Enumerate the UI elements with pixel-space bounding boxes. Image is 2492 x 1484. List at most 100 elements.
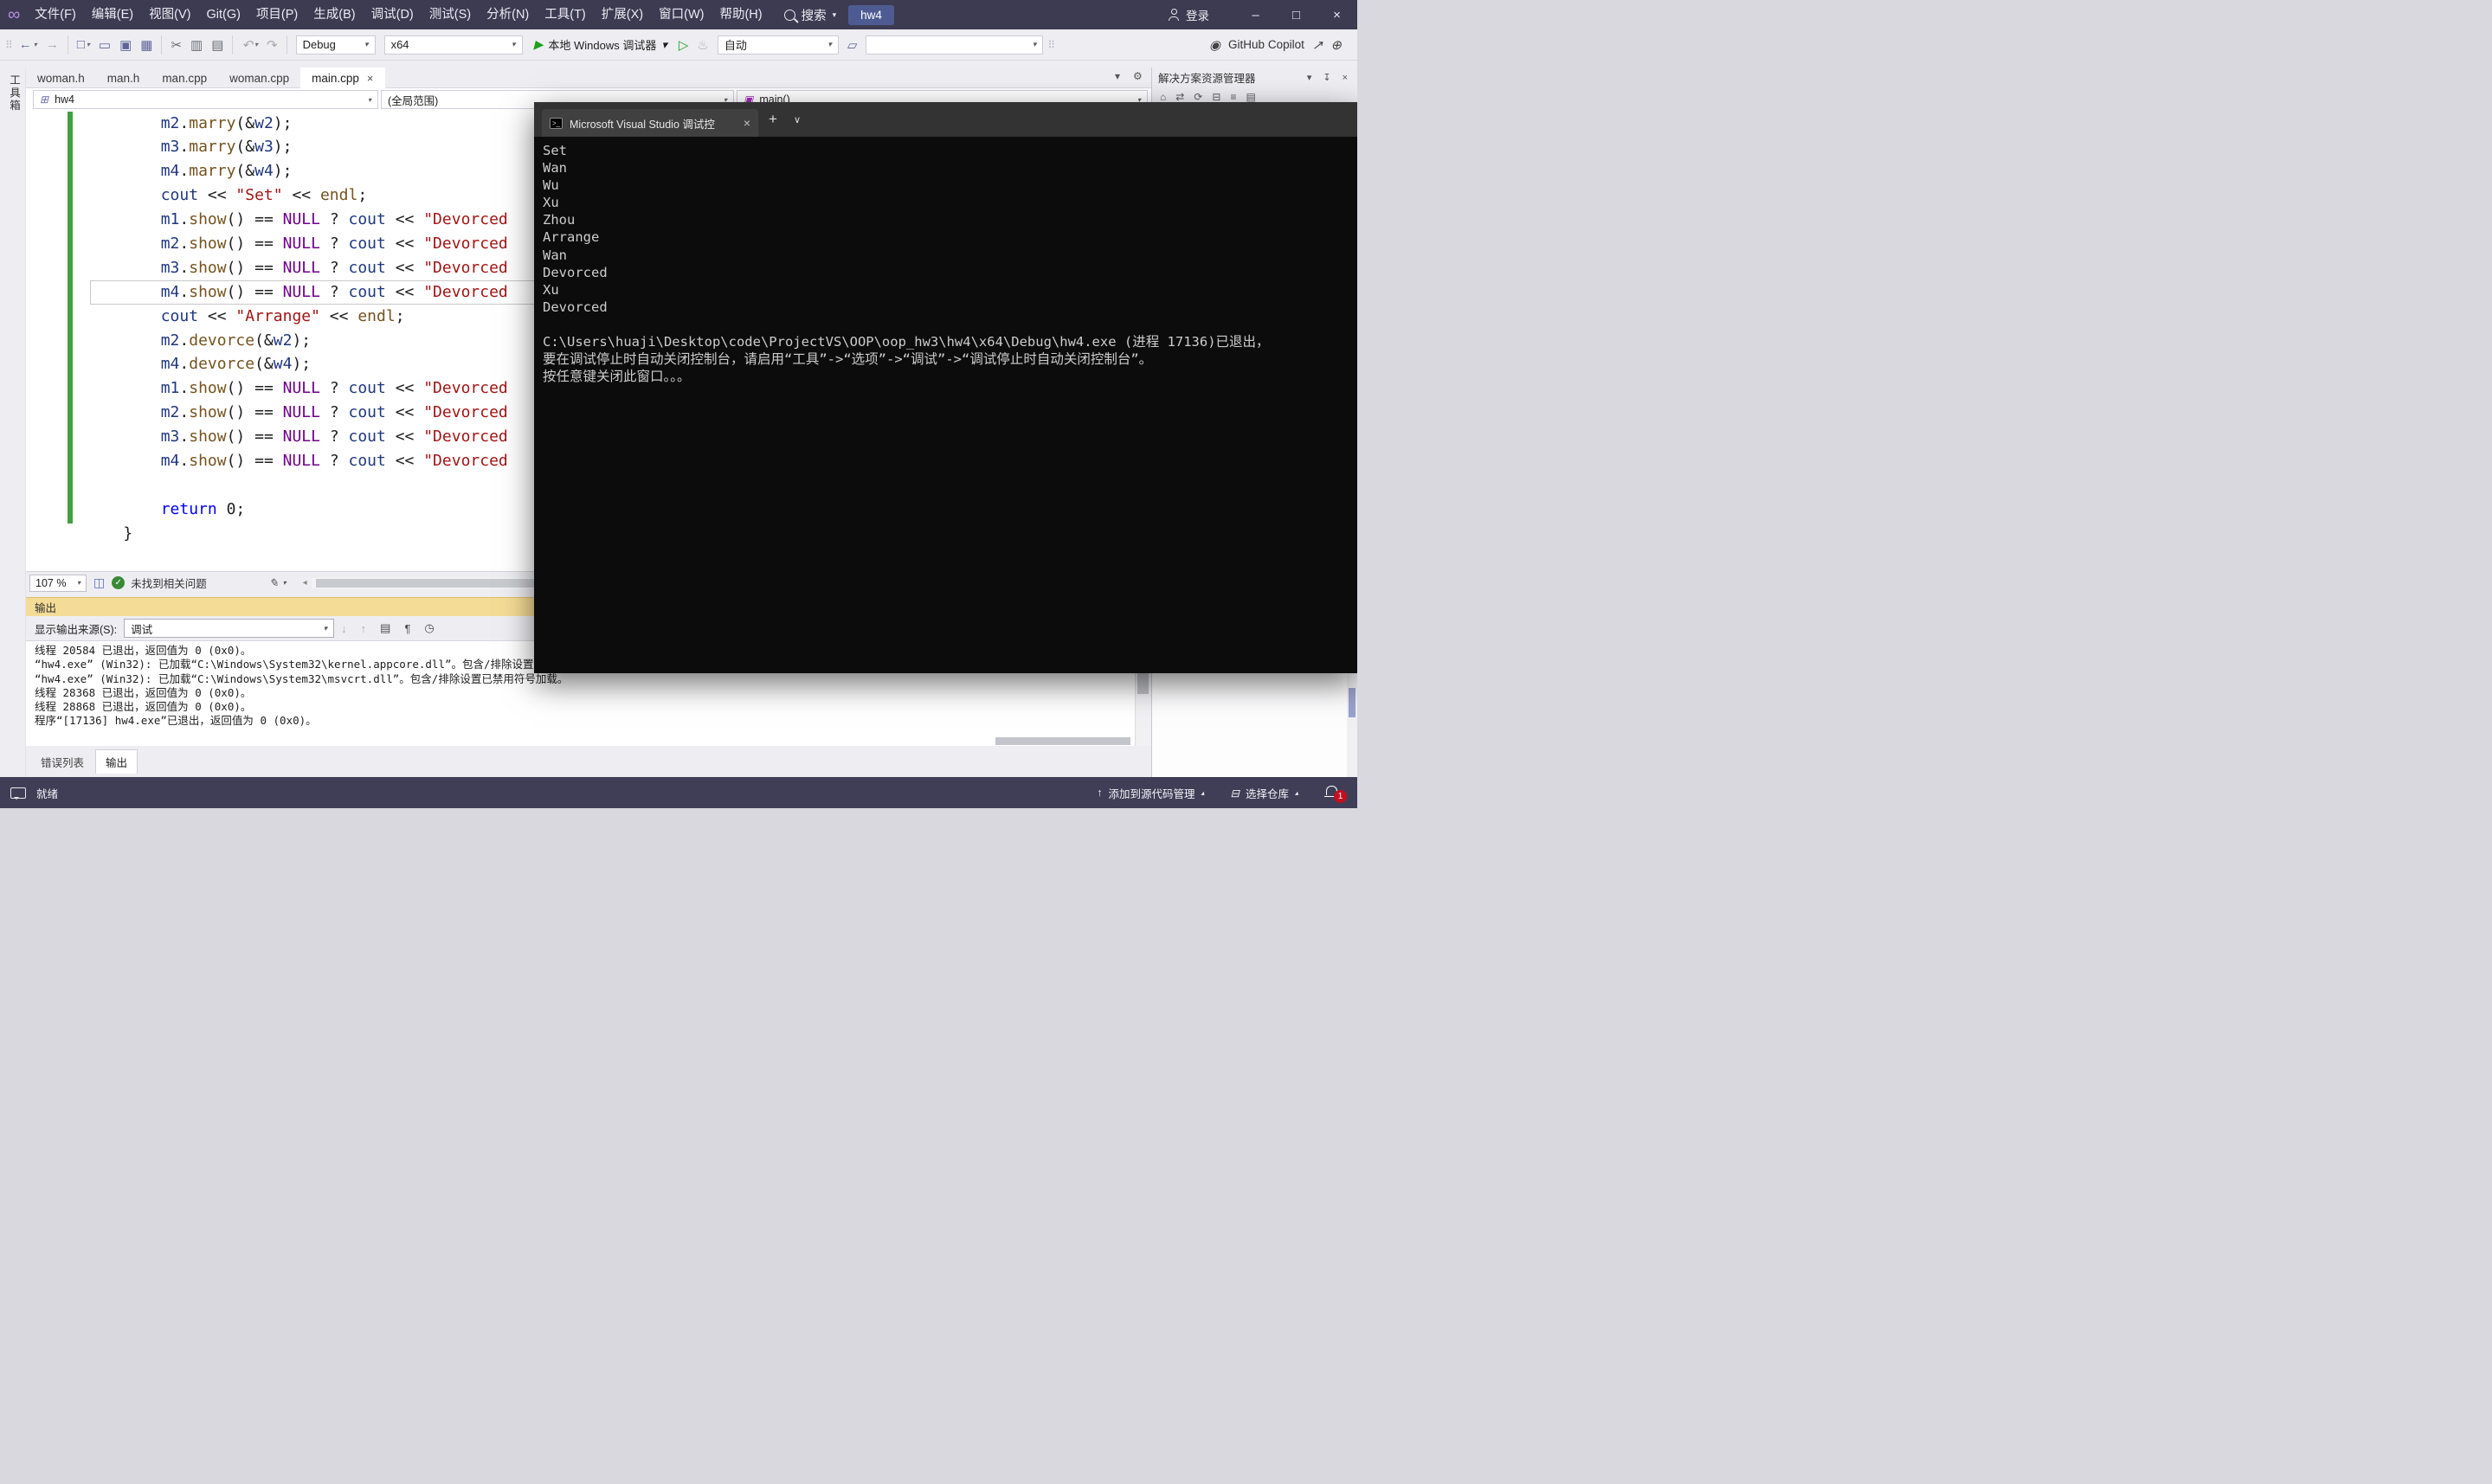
save-all-button[interactable]: ▦ bbox=[136, 37, 157, 53]
menu-item-调试(D)[interactable]: 调试(D) bbox=[364, 0, 422, 29]
menu-item-Git(G)[interactable]: Git(G) bbox=[198, 0, 248, 29]
refresh-icon[interactable]: ⟳ bbox=[1194, 91, 1202, 103]
new-tab-button[interactable]: + bbox=[758, 111, 788, 128]
notifications-bell-icon[interactable]: 1 bbox=[1324, 782, 1347, 803]
toolbar-grip-icon[interactable]: ⠿ bbox=[5, 39, 11, 51]
output-hscrollbar-thumb[interactable] bbox=[995, 737, 1130, 745]
code-line: m3.show() == NULL ? cout << "Devorced bbox=[86, 425, 508, 449]
close-icon[interactable]: × bbox=[367, 72, 374, 85]
edit-indicator[interactable]: ✎ ▾ bbox=[269, 576, 287, 590]
tab-options-gear-icon[interactable]: ⚙ bbox=[1133, 70, 1143, 82]
solution-explorer-header[interactable]: 解决方案资源管理器 ▾ ↧ × bbox=[1152, 67, 1357, 87]
clear-output-button[interactable]: ▤ bbox=[373, 621, 397, 635]
add-person-icon[interactable]: ⊕ bbox=[1330, 37, 1342, 53]
check-icon: ✓ bbox=[112, 576, 125, 589]
solution-config-selector[interactable]: Debug▾ bbox=[296, 35, 376, 55]
menu-item-工具(T)[interactable]: 工具(T) bbox=[537, 0, 594, 29]
solution-platform-selector[interactable]: x64▾ bbox=[384, 35, 523, 55]
debug-console-window[interactable]: >_ Microsoft Visual Studio 调试控 × + ∨ Set… bbox=[534, 102, 1357, 673]
tab-woman.cpp[interactable]: woman.cpp bbox=[218, 67, 300, 88]
minimize-button[interactable]: – bbox=[1235, 0, 1276, 29]
project-selector[interactable]: ⊞ hw4 ▾ bbox=[33, 90, 378, 109]
new-project-button[interactable]: □▾ bbox=[73, 37, 94, 52]
se-scrollbar-thumb[interactable] bbox=[1349, 688, 1355, 717]
navigate-forward-button[interactable]: → bbox=[42, 37, 63, 52]
tab-man.h[interactable]: man.h bbox=[96, 67, 151, 88]
tab-man.cpp[interactable]: man.cpp bbox=[151, 67, 218, 88]
zoom-selector[interactable]: 107 % ▾ bbox=[29, 575, 87, 592]
bottom-tab-错误列表[interactable]: 错误列表 bbox=[31, 750, 93, 774]
auto-selector[interactable]: 自动▾ bbox=[718, 35, 839, 55]
sidebar-toolbox-tab[interactable]: 工具箱 bbox=[6, 74, 23, 112]
redo-button[interactable]: ↷ bbox=[262, 37, 282, 53]
chevron-down-icon: ▾ bbox=[368, 96, 371, 104]
search-icon bbox=[784, 10, 795, 21]
search-control[interactable]: 搜索 ▾ bbox=[784, 6, 837, 24]
split-window-icon[interactable]: ◫ bbox=[93, 575, 105, 590]
list-icon[interactable]: ≡ bbox=[1230, 91, 1236, 103]
search-result-chip[interactable]: hw4 bbox=[848, 5, 894, 25]
console-output[interactable]: Set Wan Wu Xu Zhou Arrange Wan Devorced … bbox=[534, 137, 1357, 673]
hot-reload-button[interactable]: ♨ bbox=[692, 37, 712, 53]
add-to-source-control-button[interactable]: ↑ 添加到源代码管理 ▴ bbox=[1097, 785, 1204, 801]
navigate-back-button[interactable]: ←▾ bbox=[15, 37, 42, 52]
console-tab-close-icon[interactable]: × bbox=[744, 116, 750, 130]
undo-button[interactable]: ↶▾ bbox=[237, 37, 262, 53]
save-button[interactable]: ▣ bbox=[115, 37, 136, 53]
tab-main.cpp[interactable]: main.cpp× bbox=[300, 67, 384, 88]
menu-item-文件(F)[interactable]: 文件(F) bbox=[27, 0, 84, 29]
tab-label: man.h bbox=[107, 72, 140, 85]
tab-woman.h[interactable]: woman.h bbox=[26, 67, 96, 88]
pin-icon[interactable]: ↧ bbox=[1319, 72, 1334, 83]
pen-icon: ✎ bbox=[269, 576, 279, 590]
home-icon[interactable]: ⌂ bbox=[1160, 91, 1166, 103]
previous-message-button[interactable]: ↓ bbox=[334, 622, 354, 635]
code-line: m4.devorce(&w4); bbox=[86, 352, 508, 376]
sign-in-button[interactable]: 登录 bbox=[1168, 6, 1209, 23]
menu-item-项目(P)[interactable]: 项目(P) bbox=[248, 0, 306, 29]
menu-item-分析(N)[interactable]: 分析(N) bbox=[479, 0, 537, 29]
select-repository-button[interactable]: ⊟ 选择仓库 ▴ bbox=[1230, 785, 1298, 801]
code-health-indicator[interactable]: ✓ 未找到相关问题 bbox=[112, 575, 207, 591]
menu-item-帮助(H)[interactable]: 帮助(H) bbox=[712, 0, 769, 29]
start-debugging-button[interactable]: ▶ 本地 Windows 调试器 ▾ bbox=[527, 36, 674, 53]
timestamp-button[interactable]: ◷ bbox=[417, 621, 441, 635]
find-combo[interactable]: ▾ bbox=[866, 35, 1043, 55]
cut-button[interactable]: ✂ bbox=[166, 37, 186, 53]
github-copilot-button[interactable]: ◉ GitHub Copilot ↗ ⊕ bbox=[1209, 37, 1352, 53]
console-title-bar[interactable]: >_ Microsoft Visual Studio 调试控 × + ∨ bbox=[534, 102, 1357, 137]
files-icon[interactable]: ▤ bbox=[1246, 91, 1255, 103]
paste-button[interactable]: ▤ bbox=[207, 37, 228, 53]
active-files-dropdown-icon[interactable]: ▾ bbox=[1115, 70, 1120, 82]
menu-item-窗口(W)[interactable]: 窗口(W) bbox=[651, 0, 712, 29]
word-wrap-button[interactable]: ¶ bbox=[397, 622, 417, 635]
menu-item-视图(V)[interactable]: 视图(V) bbox=[141, 0, 198, 29]
code-content[interactable]: m2.marry(&w2); m3.marry(&w3); m4.marry(&… bbox=[86, 112, 508, 546]
feedback-icon[interactable] bbox=[10, 787, 26, 799]
menu-item-扩展(X)[interactable]: 扩展(X) bbox=[594, 0, 651, 29]
bottom-tab-输出[interactable]: 输出 bbox=[95, 749, 138, 774]
menu-item-测试(S)[interactable]: 测试(S) bbox=[422, 0, 479, 29]
menu-item-生成(B)[interactable]: 生成(B) bbox=[306, 0, 363, 29]
separator bbox=[161, 35, 162, 55]
collapse-icon[interactable]: ⊟ bbox=[1212, 91, 1220, 103]
menu-bar: 文件(F)编辑(E)视图(V)Git(G)项目(P)生成(B)调试(D)测试(S… bbox=[27, 0, 769, 29]
next-message-button[interactable]: ↑ bbox=[354, 622, 374, 635]
maximize-button[interactable]: □ bbox=[1276, 0, 1317, 29]
compare-icon[interactable]: ⇄ bbox=[1175, 91, 1184, 103]
start-without-debugging-button[interactable]: ▷ bbox=[674, 37, 693, 53]
scroll-left-icon[interactable]: ◂ bbox=[299, 578, 312, 588]
grid-dots-icon[interactable]: ⠿ bbox=[1047, 39, 1053, 51]
run-label: 本地 Windows 调试器 bbox=[548, 36, 656, 53]
copy-button[interactable]: ▥ bbox=[186, 37, 207, 53]
console-tab[interactable]: >_ Microsoft Visual Studio 调试控 × bbox=[542, 109, 758, 137]
folder-options-button[interactable]: ▱ bbox=[843, 37, 862, 53]
share-icon[interactable]: ↗ bbox=[1312, 37, 1323, 53]
open-file-button[interactable]: ▭ bbox=[94, 37, 115, 53]
menu-item-编辑(E)[interactable]: 编辑(E) bbox=[84, 0, 141, 29]
output-source-selector[interactable]: 调试 ▾ bbox=[124, 619, 334, 638]
close-icon[interactable]: × bbox=[1339, 73, 1351, 83]
window-position-icon[interactable]: ▾ bbox=[1304, 72, 1316, 83]
close-button[interactable]: × bbox=[1317, 0, 1357, 29]
tab-dropdown-icon[interactable]: ∨ bbox=[788, 114, 807, 125]
